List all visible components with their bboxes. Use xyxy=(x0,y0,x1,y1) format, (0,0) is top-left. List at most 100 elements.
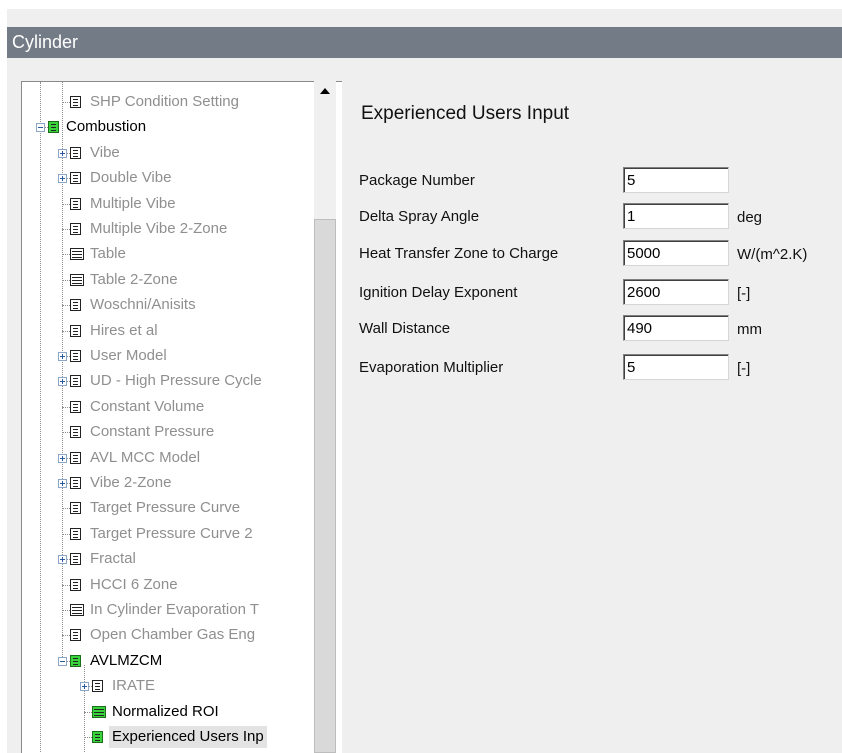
field-row-wall-distance: Wall Distance mm xyxy=(359,315,819,341)
tree-item[interactable]: Vibe 2-Zone xyxy=(22,472,315,494)
tree-item[interactable]: Multiple Vibe 2-Zone xyxy=(22,218,315,240)
tree-item[interactable]: Table xyxy=(22,243,315,265)
tree-item[interactable]: Constant Volume xyxy=(22,396,315,418)
node-icon xyxy=(70,375,81,388)
tree-item-label: Double Vibe xyxy=(90,169,172,187)
tree-connector-line xyxy=(62,254,70,256)
tree-item[interactable]: Normalized ROI xyxy=(22,701,315,723)
node-icon xyxy=(70,502,81,515)
ignition-delay-input[interactable] xyxy=(623,279,729,305)
node-icon xyxy=(70,350,81,362)
node-icon xyxy=(70,223,81,235)
table-icon xyxy=(70,604,84,616)
node-icon xyxy=(70,146,81,159)
tree-item[interactable]: Constant Pressure xyxy=(22,421,315,443)
node-icon-green xyxy=(92,731,103,743)
tree-item-label: UD - High Pressure Cycle xyxy=(90,372,262,390)
tree-item[interactable]: Hires et al xyxy=(22,320,315,342)
tree-item-label: HCCI 6 Zone xyxy=(90,575,178,593)
tree-item[interactable]: Target Pressure Curve xyxy=(22,497,315,519)
tree-item-label: Vibe 2-Zone xyxy=(90,474,172,491)
expand-plus-icon[interactable] xyxy=(58,479,67,488)
expand-plus-icon[interactable] xyxy=(58,453,67,463)
tree-item[interactable]: Woschni/Anisits xyxy=(22,294,315,316)
tree-item[interactable]: SHP Condition Setting xyxy=(22,91,315,113)
package-number-input[interactable] xyxy=(623,167,729,193)
expand-plus-icon[interactable] xyxy=(58,148,67,158)
tree-connector-line xyxy=(62,229,70,230)
field-unit: deg xyxy=(737,209,763,226)
expand-plus-icon[interactable] xyxy=(58,352,67,361)
tree-item-label: Constant Pressure xyxy=(90,423,215,441)
tree-item[interactable]: UD - High Pressure Cycle xyxy=(22,370,315,392)
tree-item[interactable]: Experienced Users Inp xyxy=(22,726,315,748)
tree-item-label: IRATE xyxy=(112,677,156,695)
tree-item[interactable]: AVL MCC Model xyxy=(22,447,315,469)
tree-item[interactable]: Table 2-Zone xyxy=(22,269,315,291)
tree-view[interactable]: SHP Condition Setting Combustion Vibe Doubl… xyxy=(21,81,342,753)
field-label: Delta Spray Angle xyxy=(359,208,480,225)
evaporation-multiplier-input[interactable] xyxy=(623,354,729,380)
heat-transfer-input[interactable] xyxy=(623,240,729,266)
node-icon-green xyxy=(48,121,59,134)
tree-item-label: In Cylinder Evaporation T xyxy=(90,601,259,618)
tree-connector-line xyxy=(84,737,92,738)
tree-item-label: Table 2-Zone xyxy=(90,270,178,288)
tree-item[interactable]: Combustion xyxy=(22,116,315,138)
expand-plus-icon[interactable] xyxy=(58,174,67,184)
panel-title: Experienced Users Input xyxy=(361,103,570,124)
field-row-heat-transfer: Heat Transfer Zone to Charge W/(m^2.K) xyxy=(359,240,819,266)
tree-item-label: Vibe xyxy=(90,143,120,161)
node-icon xyxy=(70,426,81,439)
expand-plus-icon[interactable] xyxy=(80,682,89,692)
delta-spray-angle-input[interactable] xyxy=(623,203,729,229)
tree-connector-line xyxy=(62,305,70,307)
tree-connector-line xyxy=(62,203,70,205)
tree-item[interactable]: Fractal xyxy=(22,548,315,570)
node-icon xyxy=(70,324,81,337)
node-icon-green xyxy=(70,654,81,667)
scroll-up-arrow-icon[interactable] xyxy=(314,81,336,102)
node-icon xyxy=(70,629,81,642)
tree-connector-line xyxy=(62,330,70,332)
tree-item-label: SHP Condition Setting xyxy=(90,93,239,110)
tree-item-label: AVL MCC Model xyxy=(90,448,201,466)
wall-distance-input[interactable] xyxy=(623,315,729,341)
tree-item[interactable]: Open Chamber Gas Eng xyxy=(22,624,315,646)
tree-item-label: AVLMZCM xyxy=(90,651,163,669)
tree-item[interactable]: In Cylinder Evaporation T xyxy=(22,599,315,621)
tree-item-label: Target Pressure Curve 2 xyxy=(90,524,253,542)
tree-item-label: Fractal xyxy=(90,550,136,568)
field-label: Heat Transfer Zone to Charge xyxy=(359,245,559,262)
field-row-evaporation: Evaporation Multiplier [-] xyxy=(359,354,819,380)
tree-connector-line xyxy=(62,508,70,510)
tree-item[interactable]: Target Pressure Curve 2 xyxy=(22,523,315,545)
expand-plus-icon[interactable] xyxy=(58,555,67,565)
tree-item[interactable]: Vibe xyxy=(22,142,315,164)
tree-item-label: Table xyxy=(90,245,126,263)
field-unit: mm xyxy=(737,321,762,338)
collapse-minus-icon[interactable] xyxy=(58,656,67,666)
tree-item-label: Combustion xyxy=(66,118,147,136)
tree-item[interactable]: User Model xyxy=(22,345,315,367)
tree-item[interactable]: Multiple Vibe xyxy=(22,193,315,215)
tree-connector-line xyxy=(62,406,70,408)
tree-item[interactable]: HCCI 6 Zone xyxy=(22,574,315,596)
field-row-ignition-delay: Ignition Delay Exponent [-] xyxy=(359,279,819,305)
tree-item-label: User Model xyxy=(90,347,167,364)
window-title: Cylinder xyxy=(7,27,842,58)
scroll-thumb[interactable] xyxy=(314,219,336,753)
expand-plus-icon[interactable] xyxy=(58,377,67,387)
tree-item-label: Experienced Users Inp xyxy=(109,726,267,748)
table-icon-green xyxy=(92,705,106,718)
tree-item[interactable]: IRATE xyxy=(22,675,315,697)
tree-item[interactable]: AVLMZCM xyxy=(22,650,315,672)
tree-scrollbar[interactable] xyxy=(314,81,336,753)
tree-connector-line xyxy=(62,635,70,637)
collapse-minus-icon[interactable] xyxy=(36,123,45,133)
tree-item-label: Open Chamber Gas Eng xyxy=(90,626,256,644)
tree-connector-line xyxy=(62,432,70,434)
tree-item[interactable]: Double Vibe xyxy=(22,167,315,189)
node-icon xyxy=(70,527,81,540)
tree-item-label: Woschni/Anisits xyxy=(90,296,196,314)
